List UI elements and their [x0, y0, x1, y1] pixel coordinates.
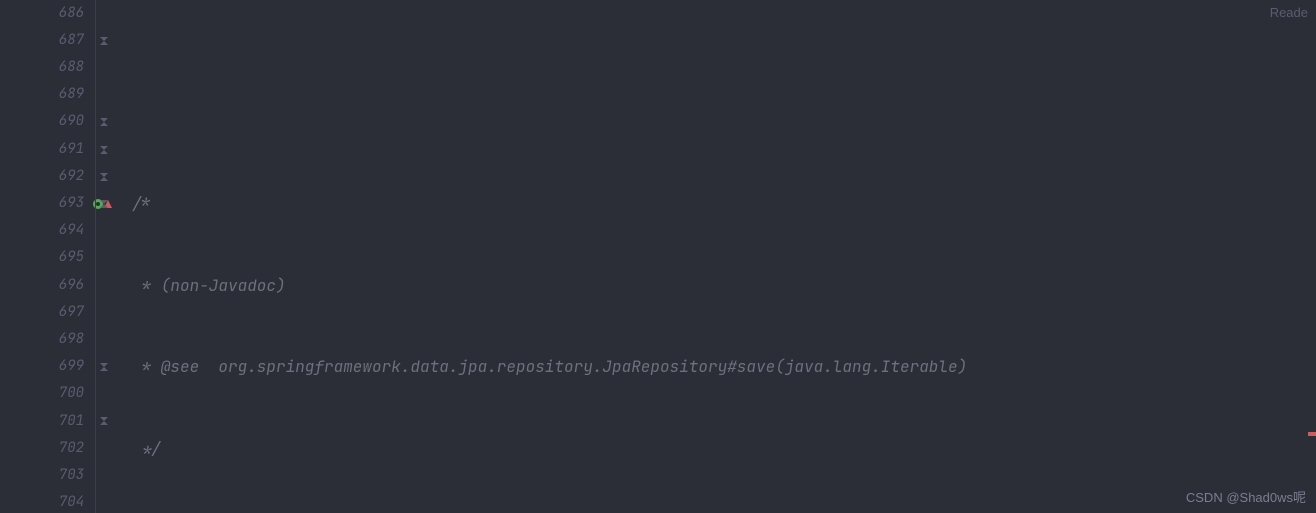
line-number[interactable]: 691	[0, 136, 84, 163]
line-number[interactable]: 704	[0, 489, 84, 513]
fold-toggle-icon[interactable]	[99, 416, 109, 426]
line-number[interactable]: 688	[0, 54, 84, 81]
fold-toggle-icon[interactable]	[99, 362, 109, 372]
line-number[interactable]: 686	[0, 0, 84, 27]
fold-toggle-icon[interactable]	[99, 117, 109, 127]
fold-toggle-icon[interactable]	[99, 145, 109, 155]
fold-toggle-icon[interactable]	[99, 172, 109, 182]
line-number[interactable]: 694	[0, 218, 84, 245]
fold-gutter-cell	[90, 353, 118, 380]
reader-mode-label[interactable]: Reade	[1270, 2, 1308, 24]
line-number[interactable]: 696	[0, 272, 84, 299]
line-number[interactable]: 689	[0, 82, 84, 109]
code-line[interactable]: */	[132, 435, 1316, 462]
line-number[interactable]: 687	[0, 27, 84, 54]
line-number[interactable]: 703	[0, 462, 84, 489]
line-number[interactable]: 692	[0, 163, 84, 190]
fold-gutter-cell	[90, 272, 118, 299]
code-line[interactable]: * (non-Javadoc)	[132, 272, 1316, 299]
fold-toggle-icon[interactable]	[99, 36, 109, 46]
error-stripe-marker[interactable]	[1308, 432, 1316, 436]
fold-gutter-cell	[90, 435, 118, 462]
fold-gutter-cell	[90, 326, 118, 353]
fold-gutter-cell	[90, 408, 118, 435]
line-number[interactable]: 698	[0, 326, 84, 353]
line-number[interactable]: 693	[0, 190, 84, 217]
comment: * (non-Javadoc)	[132, 272, 286, 299]
line-number[interactable]: 690	[0, 109, 84, 136]
fold-gutter-cell	[90, 27, 118, 54]
fold-column	[90, 0, 118, 513]
code-editor: 6866876886896906916926936946956966976986…	[0, 0, 1316, 513]
fold-gutter-cell	[90, 489, 118, 513]
code-line[interactable]	[132, 82, 1316, 109]
fold-gutter-cell	[90, 54, 118, 81]
comment: */	[132, 435, 161, 462]
fold-gutter-cell	[90, 163, 118, 190]
fold-gutter-cell	[90, 218, 118, 245]
watermark: CSDN @Shad0ws呢	[1186, 487, 1306, 509]
fold-gutter-cell	[90, 136, 118, 163]
fold-gutter-cell	[90, 299, 118, 326]
line-number-gutter: 6866876886896906916926936946956966976986…	[0, 0, 90, 513]
fold-gutter-cell	[90, 245, 118, 272]
line-number[interactable]: 700	[0, 381, 84, 408]
fold-gutter-cell	[90, 109, 118, 136]
comment: * @see org.springframework.data.jpa.repo…	[132, 353, 967, 380]
fold-gutter-cell	[90, 0, 118, 27]
code-line[interactable]: /*	[132, 190, 1316, 217]
fold-toggle-icon[interactable]	[99, 199, 109, 209]
line-number[interactable]: 697	[0, 299, 84, 326]
code-area[interactable]: /* * (non-Javadoc) * @see org.springfram…	[118, 0, 1316, 513]
line-number[interactable]: 699	[0, 353, 84, 380]
fold-gutter-cell	[90, 82, 118, 109]
line-number[interactable]: 695	[0, 245, 84, 272]
fold-gutter-cell	[90, 190, 118, 217]
line-number[interactable]: 701	[0, 408, 84, 435]
line-number[interactable]: 702	[0, 435, 84, 462]
comment: /*	[132, 190, 151, 217]
code-line[interactable]: * @see org.springframework.data.jpa.repo…	[132, 353, 1316, 380]
fold-gutter-cell	[90, 462, 118, 489]
fold-gutter-cell	[90, 381, 118, 408]
